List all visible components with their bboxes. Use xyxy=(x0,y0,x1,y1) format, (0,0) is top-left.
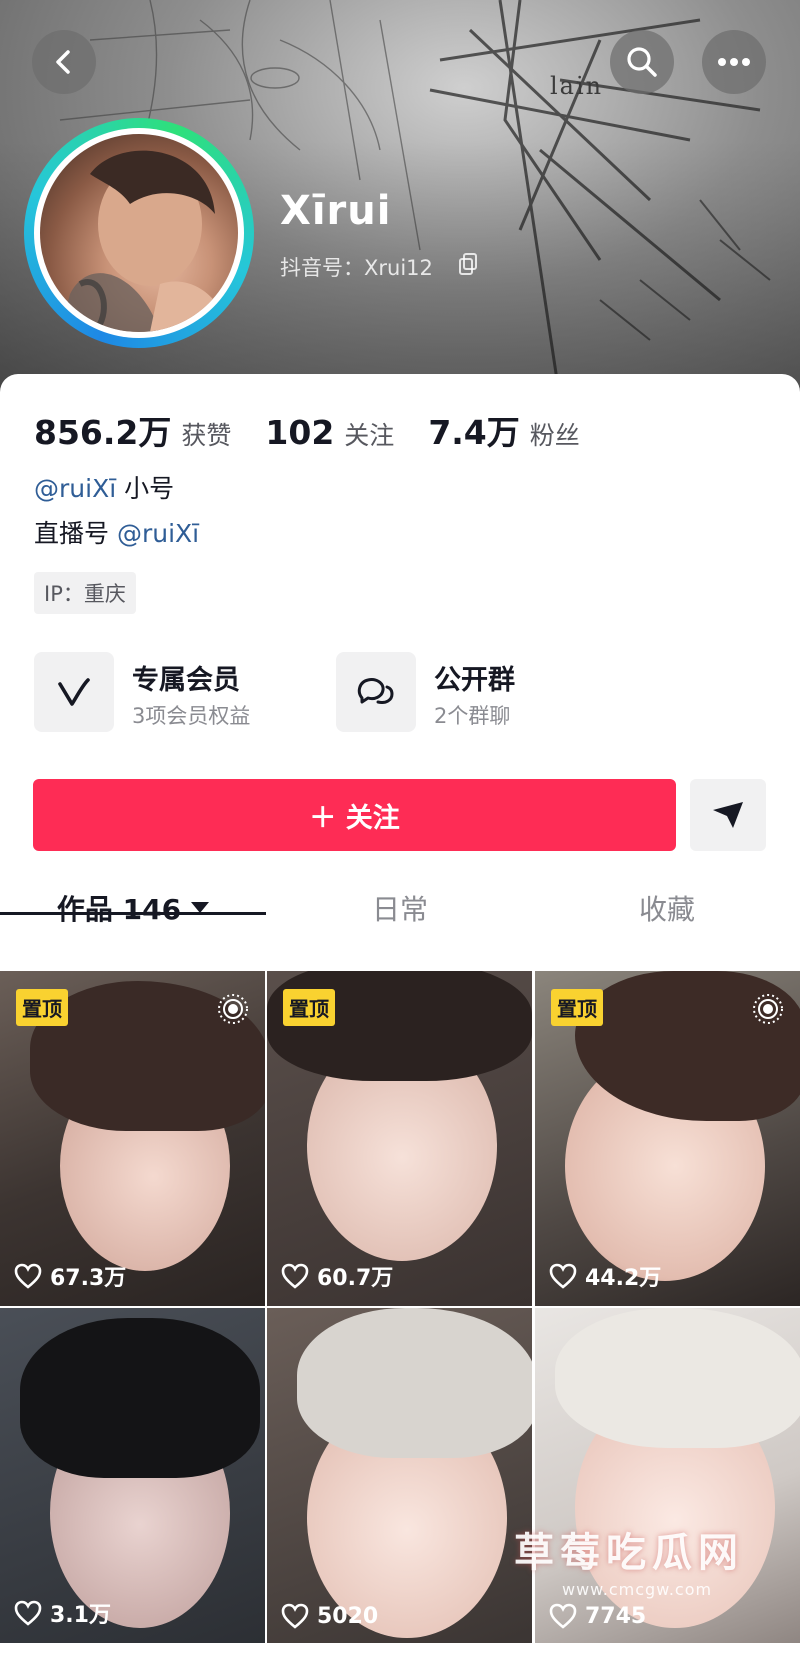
like-count-value: 67.3万 xyxy=(50,1266,127,1291)
feature-subtitle: 3项会员权益 xyxy=(132,704,251,728)
feature-icon-box xyxy=(34,652,114,732)
stat-value: 7.4万 xyxy=(428,413,520,452)
watermark-url: www.cmcgw.com xyxy=(562,1580,713,1599)
bio-mention-link[interactable]: @ruiXī xyxy=(117,519,199,548)
stat-value: 102 xyxy=(265,413,335,452)
bio-mention-link[interactable]: @ruiXī xyxy=(34,474,116,503)
pinned-badge: 置顶 xyxy=(283,989,335,1026)
bio-text: 直播号 xyxy=(34,519,117,548)
avatar[interactable] xyxy=(34,128,244,338)
follow-button[interactable]: ＋ 关注 xyxy=(33,779,676,851)
profile-name: Xīrui xyxy=(280,188,392,234)
stat-likes[interactable]: 856.2万 获赞 xyxy=(34,406,231,454)
bio-line-1: @ruiXī 小号 xyxy=(34,469,174,505)
stat-label: 关注 xyxy=(344,421,395,450)
pinned-badge: 置顶 xyxy=(16,989,68,1026)
watermark-title: 草莓吃瓜网 xyxy=(514,1530,744,1576)
tab-daily[interactable]: 日常 xyxy=(267,882,533,944)
heart-icon xyxy=(549,1603,577,1629)
banner-handwritten-word: lain xyxy=(550,72,604,100)
profile-douyin-id: 抖音号：Xrui12 xyxy=(280,256,433,280)
like-count-value: 5020 xyxy=(317,1603,379,1629)
thumbnail-hair xyxy=(555,1308,800,1448)
stat-label: 获赞 xyxy=(181,421,232,450)
video-thumbnail[interactable]: 5020 xyxy=(267,1308,532,1643)
ip-location-tag: IP：重庆 xyxy=(34,572,136,614)
tab-label: 收藏 xyxy=(638,893,695,926)
like-count: 44.2万 xyxy=(549,1260,661,1292)
like-count: 60.7万 xyxy=(281,1260,393,1292)
chevron-left-icon xyxy=(56,50,70,74)
like-count: 5020 xyxy=(281,1603,378,1629)
heart-icon xyxy=(14,1263,42,1289)
like-count-value: 7745 xyxy=(585,1603,647,1629)
video-thumbnail[interactable]: 置顶 60.7万 xyxy=(267,971,532,1306)
feature-title: 专属会员 xyxy=(132,665,240,696)
thumbnail-hair xyxy=(297,1308,532,1458)
heart-icon xyxy=(281,1603,309,1629)
profile-stats: 856.2万 获赞 102 关注 7.4万 粉丝 xyxy=(34,406,614,454)
feature-icon-box xyxy=(336,652,416,732)
live-photo-icon xyxy=(753,994,783,1024)
tab-label: 作品 146 xyxy=(56,893,182,926)
search-button[interactable] xyxy=(610,30,674,94)
pinned-badge: 置顶 xyxy=(551,989,603,1026)
like-count: 3.1万 xyxy=(14,1597,111,1629)
tab-favorites[interactable]: 收藏 xyxy=(534,882,800,944)
like-count: 67.3万 xyxy=(14,1260,126,1292)
heart-icon xyxy=(281,1263,309,1289)
like-count: 7745 xyxy=(549,1603,646,1629)
share-arrow-icon xyxy=(713,802,743,828)
avatar-ring[interactable] xyxy=(24,118,254,348)
more-horizontal-icon xyxy=(718,58,750,66)
profile-banner: lain Xīrui 抖音号：Xrui12 xyxy=(0,0,800,400)
back-button[interactable] xyxy=(32,30,96,94)
active-tab-indicator xyxy=(0,912,266,915)
like-count-value: 44.2万 xyxy=(585,1266,662,1291)
v-badge-icon xyxy=(58,678,90,706)
like-count-value: 3.1万 xyxy=(50,1603,111,1628)
search-icon xyxy=(627,47,657,77)
stat-followers[interactable]: 7.4万 粉丝 xyxy=(428,406,579,454)
thumbnail-hair xyxy=(20,1318,260,1478)
share-button[interactable] xyxy=(690,779,766,851)
like-count-value: 60.7万 xyxy=(317,1266,394,1291)
video-thumbnail[interactable]: 置顶 67.3万 xyxy=(0,971,265,1306)
stat-label: 粉丝 xyxy=(529,421,580,450)
live-photo-icon xyxy=(218,994,248,1024)
copy-icon[interactable] xyxy=(458,252,480,276)
bio-text: 小号 xyxy=(116,474,175,503)
heart-icon xyxy=(14,1600,42,1626)
feature-subtitle: 2个群聊 xyxy=(434,704,511,728)
avatar-photo xyxy=(40,134,238,332)
heart-icon xyxy=(549,1263,577,1289)
feature-title: 公开群 xyxy=(434,665,515,696)
stat-value: 856.2万 xyxy=(34,413,172,452)
thumbnail-hair xyxy=(267,971,532,1081)
video-thumbnail[interactable]: 置顶 44.2万 xyxy=(535,971,800,1306)
video-thumbnail[interactable]: 3.1万 xyxy=(0,1308,265,1643)
stat-following[interactable]: 102 关注 xyxy=(265,413,394,452)
more-button[interactable] xyxy=(702,30,766,94)
tab-label: 日常 xyxy=(371,893,428,926)
bio-line-2: 直播号 @ruiXī xyxy=(34,514,199,550)
group-chat-icon xyxy=(357,678,394,704)
